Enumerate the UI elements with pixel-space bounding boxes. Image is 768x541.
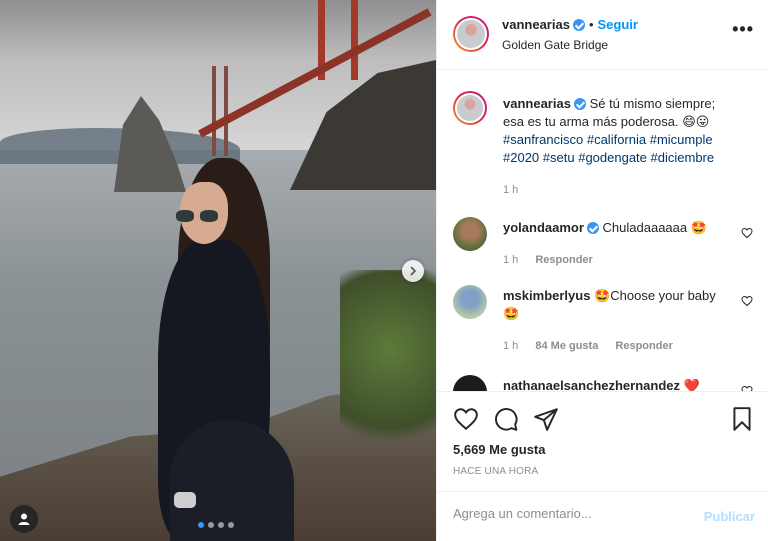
comment-text: Chuladaaaaaa 🤩 bbox=[602, 220, 707, 235]
carousel-dot bbox=[198, 522, 204, 528]
hashtag-link[interactable]: #california bbox=[587, 132, 646, 147]
commenter-avatar[interactable] bbox=[453, 375, 487, 391]
hashtag-link[interactable]: #godengate bbox=[578, 150, 647, 165]
carousel-dot bbox=[228, 522, 234, 528]
comment-time: 1 h bbox=[503, 340, 519, 352]
reply-button[interactable]: Responder bbox=[535, 254, 592, 266]
post-header: vannearias • Seguir Golden Gate Bridge ••• bbox=[437, 0, 768, 70]
carousel-dot bbox=[208, 522, 214, 528]
carousel-indicator bbox=[198, 522, 234, 528]
bridge-tower-far bbox=[212, 66, 228, 156]
sunglasses bbox=[176, 210, 224, 224]
verified-badge-icon bbox=[572, 19, 585, 31]
post-location[interactable]: Golden Gate Bridge bbox=[502, 38, 638, 52]
bookmark-icon[interactable] bbox=[729, 406, 755, 432]
author-username[interactable]: vannearias bbox=[502, 17, 570, 32]
commenter-username[interactable]: nathanaelsanchezhernandez bbox=[503, 378, 680, 391]
comments-list[interactable]: vannearias Sé tú mismo siempre; esa es t… bbox=[437, 71, 768, 391]
tagged-users-button[interactable] bbox=[10, 505, 38, 533]
comment-input[interactable] bbox=[453, 506, 683, 521]
wristwatch bbox=[174, 492, 196, 508]
photo-bush bbox=[340, 270, 436, 470]
heart-icon[interactable] bbox=[741, 295, 753, 307]
heart-icon[interactable] bbox=[741, 227, 753, 239]
comment-text: ❤️ bbox=[683, 378, 700, 391]
hashtag-link[interactable]: #setu bbox=[543, 150, 575, 165]
hashtag-link[interactable]: #sanfrancisco bbox=[503, 132, 583, 147]
separator-dot: • bbox=[588, 17, 594, 32]
chevron-right-icon bbox=[410, 266, 417, 276]
author-avatar[interactable] bbox=[453, 91, 487, 125]
user-tag-icon bbox=[18, 513, 30, 525]
follow-button[interactable]: Seguir bbox=[598, 17, 638, 32]
commenter-avatar[interactable] bbox=[453, 217, 487, 251]
comment-icon[interactable] bbox=[493, 406, 519, 432]
hashtag-link[interactable]: #micumple bbox=[650, 132, 713, 147]
commenter-username[interactable]: yolandaamor bbox=[503, 220, 584, 235]
author-info: vannearias • Seguir Golden Gate Bridge bbox=[502, 17, 638, 52]
heart-icon[interactable] bbox=[453, 406, 479, 432]
verified-badge-icon bbox=[573, 98, 586, 110]
hashtag-link[interactable]: #2020 bbox=[503, 150, 539, 165]
commenter-username[interactable]: mskimberlyus bbox=[503, 288, 590, 303]
post-actions: 5,669 Me gusta HACE UNA HORA bbox=[437, 391, 768, 491]
author-avatar[interactable] bbox=[453, 16, 489, 52]
publish-button[interactable]: Publicar bbox=[704, 509, 755, 524]
share-icon[interactable] bbox=[533, 406, 559, 432]
post-sidebar: vannearias • Seguir Golden Gate Bridge •••… bbox=[436, 0, 768, 541]
post-photo[interactable] bbox=[0, 0, 436, 541]
next-slide-button[interactable] bbox=[402, 260, 424, 282]
comment-form: Publicar bbox=[437, 491, 768, 541]
post-timestamp[interactable]: HACE UNA HORA bbox=[453, 466, 538, 477]
caption-time: 1 h bbox=[503, 184, 519, 196]
more-options-icon[interactable]: ••• bbox=[732, 20, 754, 38]
likes-count[interactable]: 5,669 Me gusta bbox=[453, 442, 546, 457]
hashtag-link[interactable]: #diciembre bbox=[651, 150, 715, 165]
reply-button[interactable]: Responder bbox=[615, 340, 672, 352]
comment-likes[interactable]: 84 Me gusta bbox=[535, 340, 598, 352]
verified-badge-icon bbox=[586, 222, 599, 234]
comment-time: 1 h bbox=[503, 254, 519, 266]
commenter-avatar[interactable] bbox=[453, 285, 487, 319]
carousel-dot bbox=[218, 522, 224, 528]
caption-username[interactable]: vannearias bbox=[503, 96, 571, 111]
